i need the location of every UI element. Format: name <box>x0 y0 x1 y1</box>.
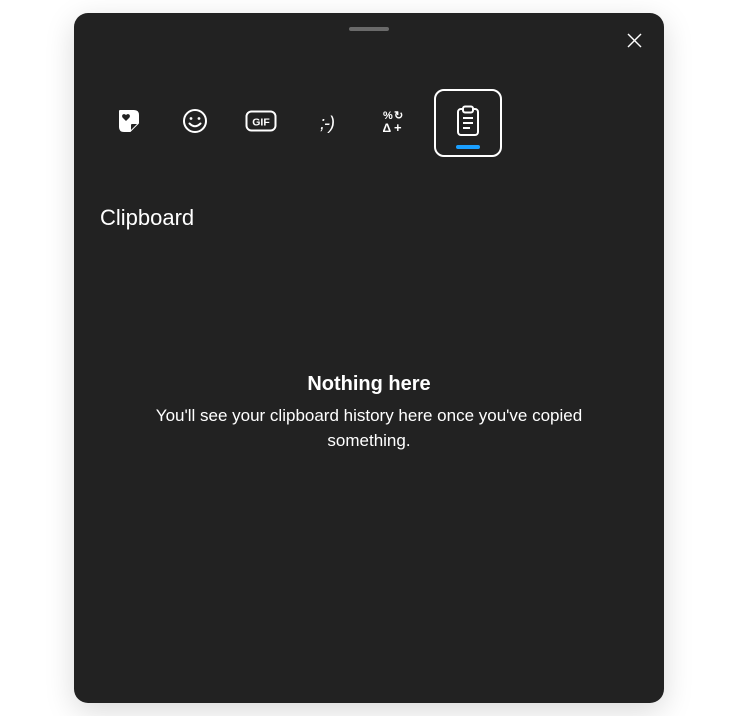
kaomoji-icon: ;-) <box>320 113 334 134</box>
smiley-icon <box>182 108 208 139</box>
empty-state-message: You'll see your clipboard history here o… <box>154 404 584 453</box>
svg-text:+: + <box>394 120 402 134</box>
gif-icon: GIF <box>245 110 277 137</box>
sticker-heart-icon <box>116 108 142 139</box>
section-title: Clipboard <box>100 205 194 231</box>
tab-recent[interactable] <box>112 106 146 140</box>
svg-text:GIF: GIF <box>252 116 270 128</box>
svg-text:Δ: Δ <box>383 121 392 134</box>
tab-kaomoji[interactable]: ;-) <box>310 106 344 140</box>
tab-symbols[interactable]: % ↻ Δ + <box>376 106 410 140</box>
close-button[interactable] <box>620 29 648 57</box>
close-icon <box>627 33 642 53</box>
tab-gif[interactable]: GIF <box>244 106 278 140</box>
emoji-clipboard-panel: GIF ;-) % ↻ Δ + <box>74 13 664 703</box>
tab-clipboard[interactable] <box>434 89 502 157</box>
tab-emoji[interactable] <box>178 106 212 140</box>
symbols-icon: % ↻ Δ + <box>380 108 406 139</box>
category-tabs: GIF ;-) % ↻ Δ + <box>112 89 502 157</box>
clipboard-icon <box>454 105 482 142</box>
empty-state-title: Nothing here <box>154 373 584 396</box>
empty-state: Nothing here You'll see your clipboard h… <box>74 373 664 453</box>
drag-handle[interactable] <box>349 27 389 31</box>
